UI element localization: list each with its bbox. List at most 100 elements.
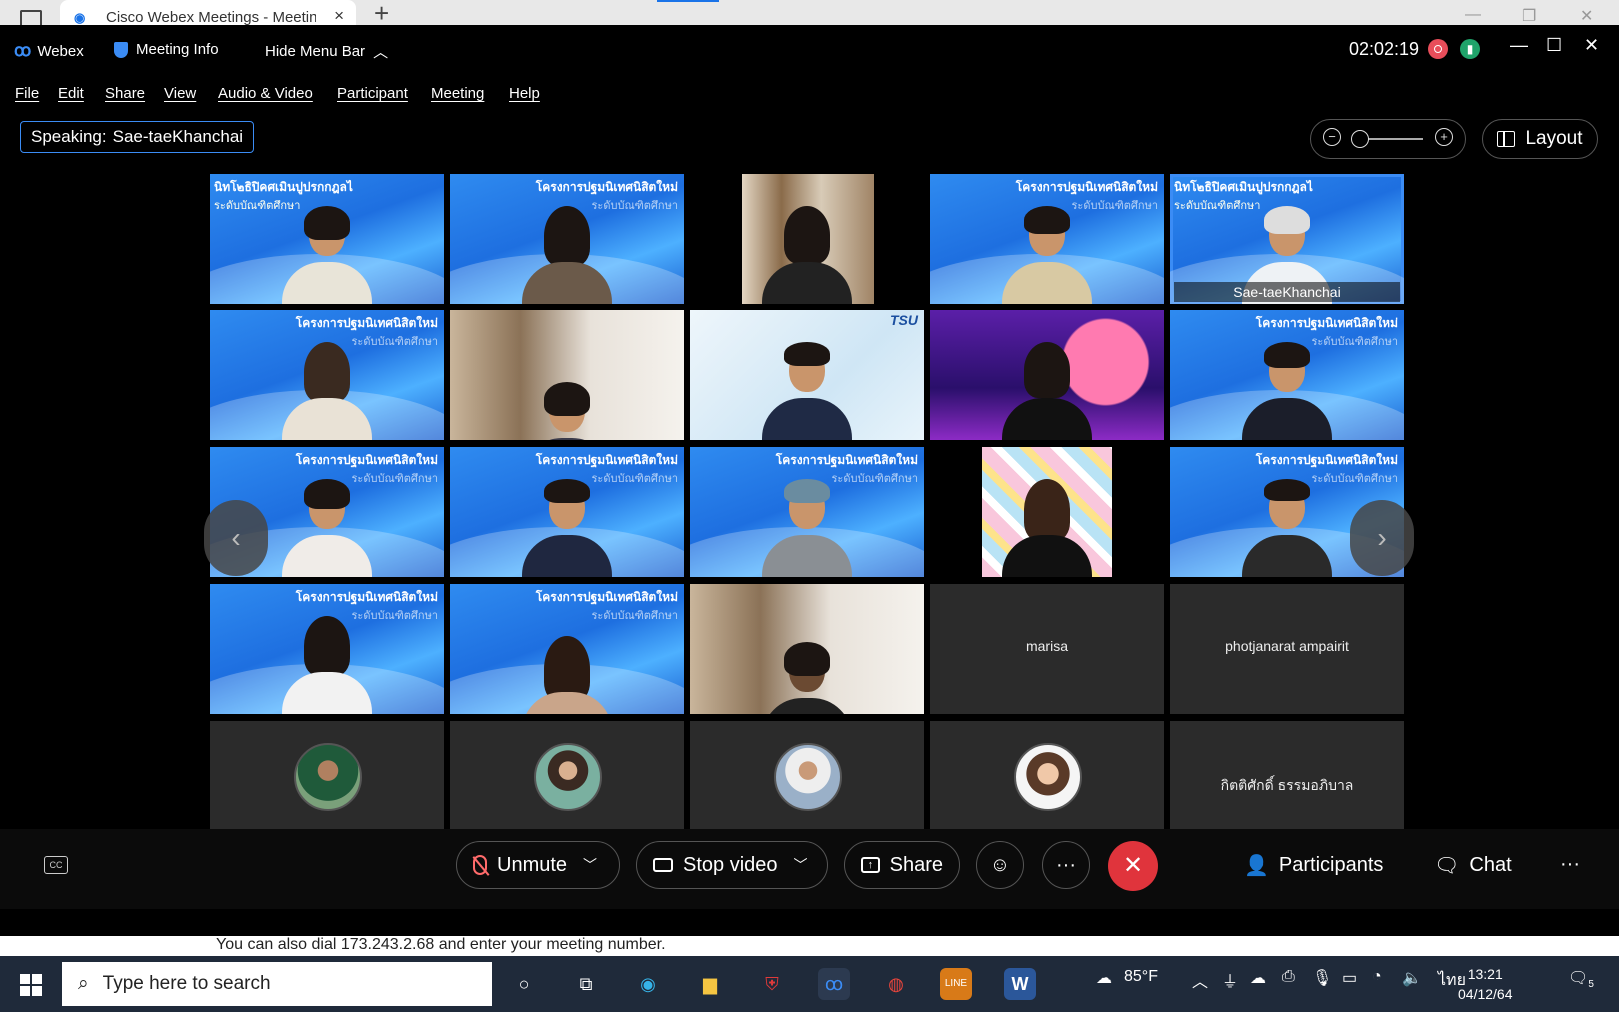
cortana-icon[interactable]: ○ <box>508 968 540 1000</box>
stop-video-button[interactable]: Stop video ﹀ <box>636 841 828 889</box>
meeting-info-label: Meeting Info <box>136 41 219 58</box>
usb-icon[interactable]: ⏚ <box>1222 968 1238 992</box>
menu-file[interactable]: File <box>15 85 39 102</box>
zoom-slider[interactable]: − + <box>1310 119 1466 159</box>
window-menu-icon[interactable] <box>20 10 42 26</box>
overflow-menu-button[interactable]: ··· <box>1560 853 1580 876</box>
browser-restore-icon[interactable]: ❐ <box>1522 6 1536 26</box>
wifi-icon[interactable]: ◔ <box>1372 968 1382 986</box>
weather-temp[interactable]: 85°F <box>1124 968 1158 986</box>
hide-menu-bar-label: Hide Menu Bar <box>265 43 366 60</box>
system-clock[interactable]: 13:21 04/12/64 <box>1458 964 1513 1004</box>
camera-tray-icon[interactable]: ⎙ <box>1282 968 1295 986</box>
video-tile[interactable]: โครงการปฐมนิเทศนิสิตใหม่ ระดับบัณฑิตศึกษ… <box>210 584 444 714</box>
chat-button[interactable]: 🗨 Chat <box>1434 853 1512 878</box>
menu-help[interactable]: Help <box>509 85 540 102</box>
tray-chevron-icon[interactable]: ︿ <box>1192 968 1208 992</box>
active-speaker-tile[interactable]: นิทโ๒ธิปิคศเมินปูปรกกฎลไ ระดับบัณฑิตศึกษ… <box>1170 174 1404 304</box>
weather-icon[interactable]: ☁ <box>1096 968 1112 988</box>
browser-minimize-icon[interactable]: — <box>1465 6 1481 24</box>
video-tile[interactable]: โครงการปฐมนิเทศนิสิตใหม่ ระดับบัณฑิตศึกษ… <box>690 447 924 577</box>
end-call-button[interactable]: ✕ <box>1108 841 1158 891</box>
speaking-name: Sae-taeKhanchai <box>112 127 244 146</box>
browser-close-icon[interactable]: ✕ <box>1580 6 1593 26</box>
video-tile[interactable]: โครงการปฐมนิเทศนิสิตใหม่ ระดับบัณฑิตศึกษ… <box>930 174 1164 304</box>
previous-page-button[interactable]: ‹ <box>204 500 268 576</box>
meeting-info-button[interactable]: Meeting Info <box>114 41 219 58</box>
word-icon[interactable]: W <box>1004 968 1036 1000</box>
chrome-icon[interactable]: ◍ <box>880 968 912 1000</box>
close-icon[interactable]: ✕ <box>1584 35 1599 56</box>
menu-share[interactable]: Share <box>105 85 145 102</box>
layout-button[interactable]: Layout <box>1482 119 1598 159</box>
chevron-up-icon: ︿ <box>373 44 389 61</box>
maximize-icon[interactable]: ☐ <box>1546 35 1562 56</box>
menu-view[interactable]: View <box>164 85 196 102</box>
chevron-down-icon[interactable]: ﹀ <box>583 855 597 875</box>
participant-tile-no-video[interactable]: photjanarat ampairit <box>1170 584 1404 714</box>
menu-participant[interactable]: Participant <box>337 85 408 102</box>
windows-taskbar: ⌕ Type here to search ○ ⧉ ◉ ▆ ⛨ ꝏ ◍ LINE… <box>0 956 1619 1012</box>
microphone-icon[interactable]: 🎙 <box>1312 968 1332 988</box>
taskbar-search-box[interactable]: ⌕ Type here to search <box>62 962 492 1006</box>
unmute-button[interactable]: Unmute ﹀ <box>456 841 620 889</box>
participants-button[interactable]: 👤 Participants <box>1244 853 1383 878</box>
share-button[interactable]: ↑ Share <box>844 841 960 889</box>
volume-icon[interactable]: 🔈 <box>1402 968 1422 988</box>
video-tile[interactable]: นิทโ๒ธิปิคศเมินปูปรกกฎลไ ระดับบัณฑิตศึกษ… <box>210 174 444 304</box>
participant-video <box>522 634 612 714</box>
tile-banner: โครงการปฐมนิเทศนิสิตใหม่ <box>535 590 678 604</box>
participant-name: marisa <box>1025 638 1068 654</box>
menu-meeting[interactable]: Meeting <box>431 85 484 102</box>
video-tile[interactable]: TSU <box>690 310 924 440</box>
video-tile[interactable]: โครงการปฐมนิเทศนิสิตใหม่ ระดับบัณฑิตศึกษ… <box>1170 310 1404 440</box>
zoom-out-icon[interactable]: − <box>1323 128 1341 146</box>
zoom-knob[interactable] <box>1351 130 1369 148</box>
notification-icon[interactable]: 🗨5 <box>1568 968 1594 990</box>
hide-menu-bar-button[interactable]: Hide Menu Bar ︿ <box>265 41 388 62</box>
video-tile[interactable]: โครงการปฐมนิเทศนิสิตใหม่ ระดับบัณฑิตศึกษ… <box>450 174 684 304</box>
participant-video <box>762 640 852 714</box>
video-tile[interactable]: โครงการปฐมนิเทศนิสิตใหม่ ระดับบัณฑิตศึกษ… <box>210 310 444 440</box>
tile-banner: โครงการปฐมนิเทศนิสิตใหม่ <box>775 453 918 467</box>
video-tile[interactable] <box>690 174 924 304</box>
battery-icon[interactable]: ▭ <box>1342 968 1357 988</box>
task-view-icon[interactable]: ⧉ <box>570 968 602 1000</box>
video-tile[interactable] <box>690 584 924 714</box>
closed-captions-button[interactable]: CC <box>44 856 68 874</box>
tile-banner: โครงการปฐมนิเทศนิสิตใหม่ <box>1015 180 1158 194</box>
browser-tab[interactable]: ◉ Cisco Webex Meetings - Meeting × <box>60 0 356 26</box>
webex-taskbar-icon[interactable]: ꝏ <box>818 968 850 1000</box>
recording-icon[interactable] <box>1428 39 1448 59</box>
chevron-down-icon[interactable]: ﹀ <box>794 855 808 875</box>
video-tile[interactable]: โครงการปฐมนิเทศนิสิตใหม่ ระดับบัณฑิตศึกษ… <box>450 584 684 714</box>
mcafee-icon[interactable]: ⛨ <box>756 968 788 1000</box>
participant-tile-no-video[interactable]: marisa <box>930 584 1164 714</box>
more-options-button[interactable]: ··· <box>1042 841 1090 889</box>
participant-video <box>282 614 372 714</box>
zoom-in-icon[interactable]: + <box>1435 128 1453 146</box>
edge-icon[interactable]: ◉ <box>632 968 664 1000</box>
search-placeholder: Type here to search <box>102 973 271 994</box>
minimize-icon[interactable]: — <box>1510 35 1528 56</box>
network-health-icon[interactable]: ▮ <box>1460 39 1480 59</box>
next-page-button[interactable]: › <box>1350 500 1414 576</box>
line-icon[interactable]: LINE <box>940 968 972 1000</box>
menu-bar: File Edit Share View Audio & Video Parti… <box>0 77 1619 113</box>
video-tile[interactable]: โครงการปฐมนิเทศนิสิตใหม่ ระดับบัณฑิตศึกษ… <box>450 447 684 577</box>
new-tab-button[interactable]: + <box>374 0 389 26</box>
menu-edit[interactable]: Edit <box>58 85 84 102</box>
menu-audio-video[interactable]: Audio & Video <box>218 85 313 102</box>
onedrive-warning-icon[interactable]: ☁ <box>1250 968 1266 988</box>
tab-close-button[interactable]: × <box>334 6 344 26</box>
video-tile[interactable] <box>450 310 684 440</box>
participant-video <box>1002 477 1092 577</box>
participant-video <box>1242 340 1332 440</box>
video-tile[interactable] <box>930 310 1164 440</box>
participant-video <box>1002 340 1092 440</box>
file-explorer-icon[interactable]: ▆ <box>694 968 726 1000</box>
reactions-button[interactable]: ☺ <box>976 841 1024 889</box>
tab-indicator <box>657 0 719 2</box>
windows-start-icon[interactable] <box>20 974 42 996</box>
video-tile[interactable] <box>930 447 1164 577</box>
